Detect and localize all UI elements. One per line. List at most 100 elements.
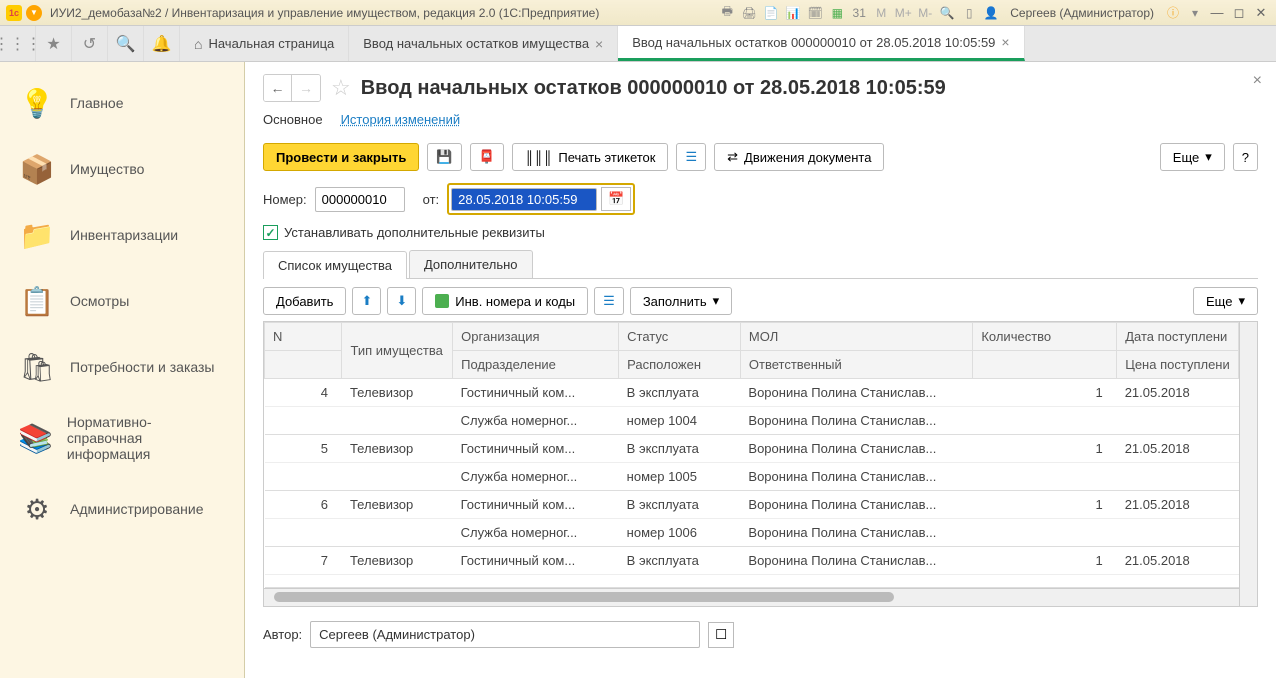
date-icon[interactable]: 31 [850,4,868,22]
subnav-history[interactable]: История изменений [341,110,461,129]
table-row-sub[interactable]: Служба номерног...номер 1005Воронина Пол… [265,463,1239,491]
calendar-icon[interactable]: ▦ [828,4,846,22]
sidebar-item-inventory[interactable]: 📁Инвентаризации [0,202,244,268]
list-button[interactable]: ☰ [676,143,706,171]
col-loc[interactable]: Расположен [619,351,741,379]
tab-asset-list[interactable]: Список имущества [263,251,407,279]
col-mol[interactable]: МОЛ [740,323,972,351]
info-icon[interactable]: ⓘ [1164,4,1182,22]
btn-label: Еще [1206,294,1232,309]
col-resp[interactable]: Ответственный [740,351,972,379]
subnav-main[interactable]: Основное [263,110,323,129]
checkbox-set-extra[interactable]: ✓ [263,225,278,240]
sidebar-item-assets[interactable]: 📦Имущество [0,136,244,202]
minimize-button[interactable]: — [1208,4,1226,22]
number-label: Номер: [263,192,307,207]
tab-bar: ⋮⋮⋮ ★ ↺ 🔍 🔔 ⌂ Начальная страница Ввод на… [0,26,1276,62]
tab-initial-balances[interactable]: Ввод начальных остатков имущества × [349,26,618,61]
favorite-icon[interactable]: ★ [36,26,72,61]
tab-document[interactable]: Ввод начальных остатков 000000010 от 28.… [618,26,1024,61]
toolbar-icon[interactable]: 🖶 [718,4,736,22]
table-row-sub[interactable]: Служба номерног...номер 1004Воронина Пол… [265,407,1239,435]
notify-icon[interactable]: 🔔 [144,26,180,61]
col-date[interactable]: Дата поступлени [1117,323,1239,351]
col-qty[interactable]: Количество [973,323,1117,351]
m-icon[interactable]: M [872,4,890,22]
zoom-icon[interactable]: 🔍 [938,4,956,22]
sidebar-item-reference[interactable]: 📚Нормативно-справочная информация [0,400,244,476]
sidebar: 💡Главное 📦Имущество 📁Инвентаризации 📋Осм… [0,62,245,678]
vertical-scrollbar[interactable] [1239,322,1257,606]
open-author-button[interactable]: ☐ [708,622,734,648]
number-input[interactable] [315,187,405,212]
post-button[interactable]: 📮 [470,143,504,171]
save-button[interactable]: 💾 [427,143,461,171]
apps-icon[interactable]: ⋮⋮⋮ [0,26,36,61]
nav-back-button[interactable]: ← [264,75,292,101]
tab-additional[interactable]: Дополнительно [409,250,533,278]
toolbar-icon[interactable]: 🗓 [806,4,824,22]
m-minus-icon[interactable]: M- [916,4,934,22]
maximize-button[interactable]: ◻ [1230,4,1248,22]
table-row[interactable]: 6ТелевизорГостиничный ком...В эксплуатаВ… [265,491,1239,519]
tab-home[interactable]: ⌂ Начальная страница [180,26,349,61]
author-input[interactable]: Сергеев (Администратор) [310,621,700,648]
move-up-button[interactable]: ⬆ [352,287,381,315]
col-org[interactable]: Организация [453,323,619,351]
app-menu-dropdown[interactable]: ▼ [26,5,42,21]
list-button2[interactable]: ☰ [594,287,624,315]
print-labels-button[interactable]: ║║║Печать этикеток [512,143,669,171]
date-input[interactable] [451,188,597,211]
clipboard-icon: 📋 [18,282,56,320]
chevron-down-icon: ▾ [713,293,720,309]
table-row[interactable]: 7ТелевизорГостиничный ком...В эксплуатаВ… [265,547,1239,575]
btn-label: Еще [1173,150,1199,165]
toolbar-icon[interactable]: 🖨 [740,4,758,22]
tab-close-icon[interactable]: × [595,36,603,52]
document-title: Ввод начальных остатков 000000010 от 28.… [361,77,946,100]
history-icon[interactable]: ↺ [72,26,108,61]
inv-numbers-button[interactable]: Инв. номера и коды [422,287,588,315]
search-icon[interactable]: 🔍 [108,26,144,61]
col-status[interactable]: Статус [619,323,741,351]
star-icon[interactable]: ☆ [331,75,351,101]
more-button[interactable]: Еще ▾ [1160,143,1225,171]
sidebar-item-inspections[interactable]: 📋Осмотры [0,268,244,334]
layout-icon[interactable]: ▯ [960,4,978,22]
calendar-button[interactable]: 📅 [601,187,631,211]
close-panel-icon[interactable]: × [1253,72,1262,90]
btn-label: Заполнить [643,294,707,309]
col-type[interactable]: Тип имущества [342,323,453,379]
window-title: ИУИ2_демобаза№2 / Инвентаризация и управ… [50,6,718,20]
table-row[interactable]: 5ТелевизорГостиничный ком...В эксплуатаВ… [265,435,1239,463]
fill-button[interactable]: Заполнить ▾ [630,287,732,315]
arrow-up-icon: ⬆ [361,293,372,309]
m-plus-icon[interactable]: M+ [894,4,912,22]
col-dept[interactable]: Подразделение [453,351,619,379]
table-row-sub[interactable]: Служба номерног...номер 1006Воронина Пол… [265,519,1239,547]
list-icon: ☰ [603,293,615,309]
sidebar-label: Администрирование [70,501,204,517]
doc-movements-button[interactable]: ⇄Движения документа [714,143,884,171]
tab-close-icon[interactable]: × [1001,34,1009,50]
table-row[interactable]: 4ТелевизорГостиничный ком...В эксплуатаВ… [265,379,1239,407]
add-button[interactable]: Добавить [263,287,346,315]
move-down-button[interactable]: ⬇ [387,287,416,315]
col-n[interactable]: N [265,323,342,351]
post-and-close-button[interactable]: Провести и закрыть [263,143,419,171]
sidebar-item-admin[interactable]: ⚙Администрирование [0,476,244,542]
help-button[interactable]: ? [1233,143,1258,171]
grid-more-button[interactable]: Еще ▾ [1193,287,1258,315]
sidebar-item-needs[interactable]: 🛍Потребности и заказы [0,334,244,400]
toolbar-icon[interactable]: 📊 [784,4,802,22]
toolbar-icon[interactable]: 📄 [762,4,780,22]
col-price[interactable]: Цена поступлени [1117,351,1239,379]
current-user[interactable]: Сергеев (Администратор) [1010,6,1154,20]
chevron-down-icon: ▾ [1205,149,1212,165]
sidebar-item-main[interactable]: 💡Главное [0,70,244,136]
close-button[interactable]: ✕ [1252,4,1270,22]
horizontal-scrollbar[interactable] [264,588,1239,606]
dropdown-icon[interactable]: ▾ [1186,4,1204,22]
nav-forward-button[interactable]: → [292,75,320,101]
table-row-sub[interactable] [265,575,1239,588]
